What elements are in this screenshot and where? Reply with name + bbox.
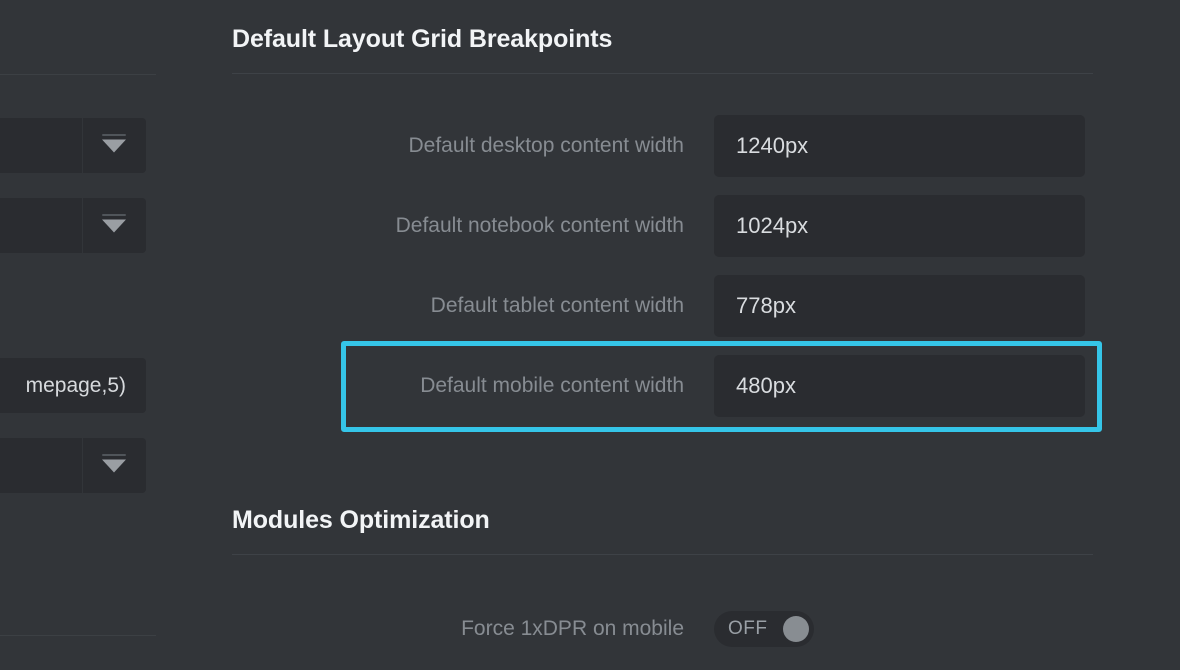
toggle-state-label: OFF	[728, 618, 768, 639]
left-side-panel: mepage,5)	[0, 0, 156, 670]
input-mobile-width[interactable]: 480px	[714, 355, 1085, 417]
section-title-modules-optimization: Modules Optimization	[232, 506, 490, 534]
left-select-3[interactable]	[0, 438, 146, 493]
chevron-down-icon[interactable]	[102, 219, 126, 232]
toggle-force-1xdpr[interactable]: OFF	[714, 611, 814, 647]
input-desktop-width[interactable]: 1240px	[714, 115, 1085, 177]
left-text-field[interactable]: mepage,5)	[0, 358, 146, 413]
chevron-cap	[102, 133, 126, 136]
chevron-down-icon[interactable]	[102, 139, 126, 152]
left-select-2[interactable]	[0, 198, 146, 253]
label-notebook-width: Default notebook content width	[395, 214, 684, 237]
input-tablet-width[interactable]: 778px	[714, 275, 1085, 337]
chevron-down-icon[interactable]	[102, 459, 126, 472]
left-select-1[interactable]	[0, 118, 146, 173]
input-notebook-width[interactable]: 1024px	[714, 195, 1085, 257]
chevron-cap	[102, 453, 126, 456]
select-separator	[82, 198, 83, 253]
settings-main-panel: Default Layout Grid Breakpoints Default …	[156, 0, 1180, 670]
left-panel-divider-bottom	[0, 635, 156, 636]
field-row-desktop-width: Default desktop content width 1240px	[232, 115, 1174, 177]
field-row-mobile-width: Default mobile content width 480px	[232, 355, 1174, 417]
field-row-tablet-width: Default tablet content width 778px	[232, 275, 1174, 337]
select-separator	[82, 118, 83, 173]
select-separator	[82, 438, 83, 493]
section-title-breakpoints: Default Layout Grid Breakpoints	[232, 25, 613, 53]
label-desktop-width: Default desktop content width	[408, 134, 684, 157]
field-row-force-1xdpr: Force 1xDPR on mobile OFF	[232, 598, 1174, 660]
label-mobile-width: Default mobile content width	[420, 374, 684, 397]
label-force-1xdpr: Force 1xDPR on mobile	[461, 617, 684, 640]
left-panel-divider-top	[0, 74, 156, 75]
section-rule-breakpoints	[232, 73, 1093, 74]
left-text-field-value: mepage,5)	[25, 373, 126, 397]
section-rule-modules-optimization	[232, 554, 1093, 555]
toggle-knob[interactable]	[783, 616, 809, 642]
field-row-notebook-width: Default notebook content width 1024px	[232, 195, 1174, 257]
label-tablet-width: Default tablet content width	[430, 294, 684, 317]
chevron-cap	[102, 213, 126, 216]
